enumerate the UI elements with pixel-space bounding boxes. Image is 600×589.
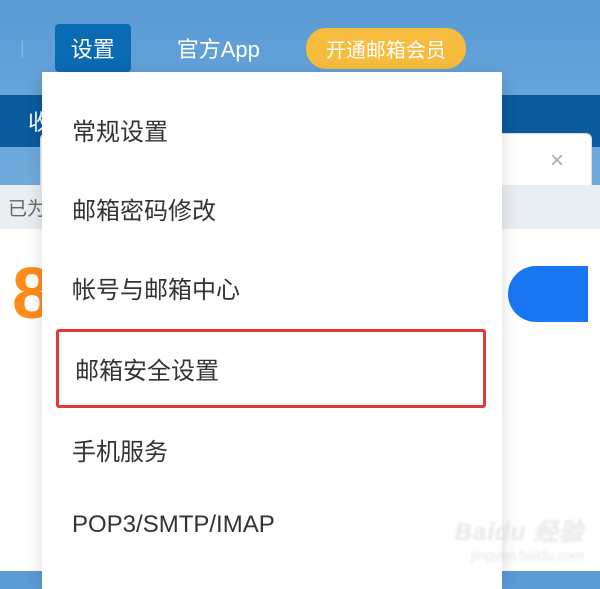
menu-pop3-smtp-imap[interactable]: POP3/SMTP/IMAP [42, 489, 502, 561]
close-icon[interactable]: × [550, 147, 564, 175]
menu-mobile-service[interactable]: 手机服务 [42, 410, 502, 489]
watermark: Baidu 经验 jingyan.baidu.com [455, 512, 584, 563]
menu-general-settings[interactable]: 常规设置 [42, 90, 502, 169]
nav-divider: | [20, 38, 25, 59]
vip-badge[interactable]: 开通邮箱会员 [306, 28, 466, 69]
menu-password-change[interactable]: 邮箱密码修改 [42, 169, 502, 248]
nav-official-app[interactable]: 官方App [161, 24, 276, 72]
nav-settings[interactable]: 设置 [55, 24, 131, 72]
watermark-brand: Baidu 经验 [455, 512, 584, 547]
settings-dropdown-menu: 常规设置 邮箱密码修改 帐号与邮箱中心 邮箱安全设置 手机服务 POP3/SMT… [42, 72, 502, 589]
watermark-url: jingyan.baidu.com [455, 547, 584, 563]
promo-button[interactable] [508, 266, 588, 322]
menu-account-center[interactable]: 帐号与邮箱中心 [42, 248, 502, 327]
menu-security-settings[interactable]: 邮箱安全设置 [56, 329, 486, 408]
status-text: 已为 [8, 194, 46, 221]
